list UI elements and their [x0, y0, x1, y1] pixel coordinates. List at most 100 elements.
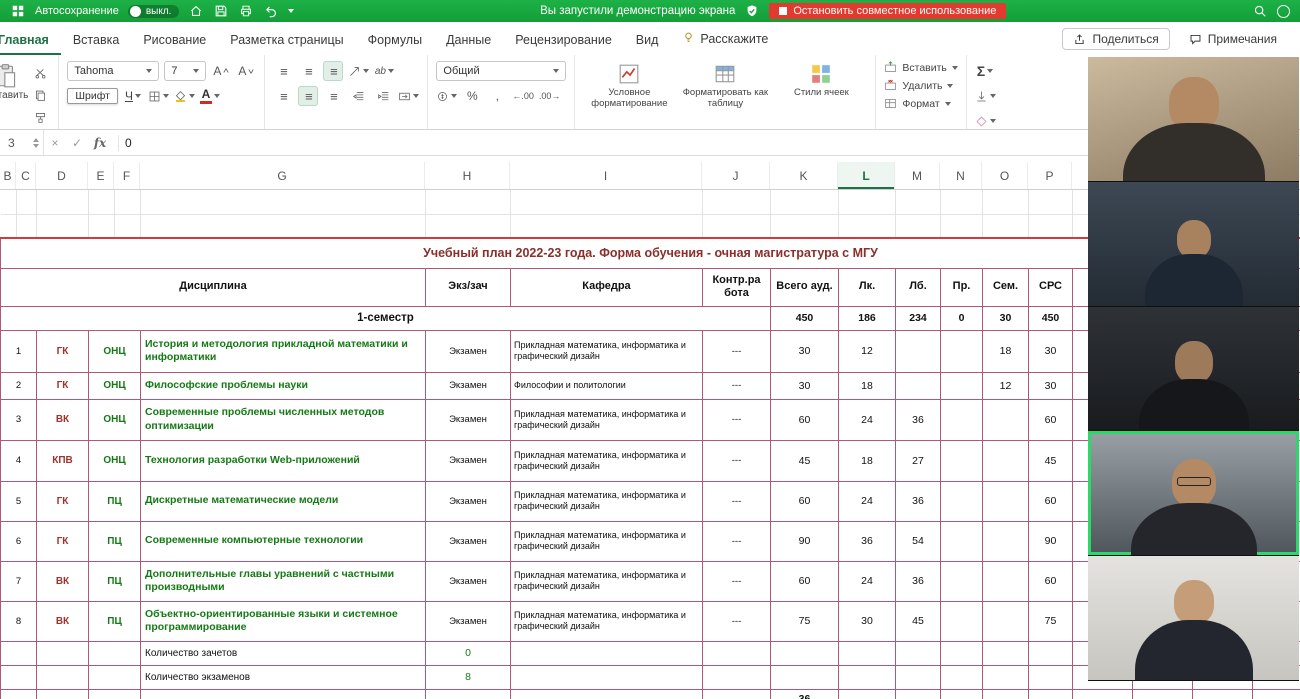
- cell-srs[interactable]: 60: [1029, 561, 1073, 601]
- video-tile-1[interactable]: [1088, 57, 1299, 182]
- cell-total[interactable]: 90: [771, 521, 839, 561]
- cell-department[interactable]: Прикладная математика, информатика и гра…: [511, 399, 703, 440]
- empty-cell[interactable]: [37, 214, 89, 238]
- cell-total[interactable]: 60: [771, 561, 839, 601]
- underline-button[interactable]: Ч: [123, 86, 143, 106]
- row-num[interactable]: 3: [1, 399, 37, 440]
- cell[interactable]: [1, 665, 37, 689]
- header-labs[interactable]: Лб.: [896, 268, 941, 306]
- cell[interactable]: [37, 641, 89, 665]
- insert-cells-button[interactable]: Вставить: [884, 61, 958, 74]
- percent-format-button[interactable]: %: [462, 86, 482, 106]
- column-header-M[interactable]: M: [895, 162, 940, 189]
- comma-format-button[interactable]: ,: [487, 86, 507, 106]
- cell-styles-button[interactable]: Стили ячеек: [775, 61, 867, 127]
- formula-input[interactable]: 0: [125, 136, 132, 150]
- cell[interactable]: [941, 641, 983, 665]
- cell-srs[interactable]: 45: [1029, 440, 1073, 481]
- search-icon[interactable]: [1252, 3, 1268, 19]
- align-bottom-button[interactable]: ≡: [323, 61, 343, 81]
- semester-value[interactable]: 0: [941, 306, 983, 330]
- cancel-icon[interactable]: ×: [44, 136, 66, 150]
- cell-practice[interactable]: [941, 561, 983, 601]
- align-right-button[interactable]: ≡: [323, 86, 343, 106]
- stop-share-button[interactable]: Остановить совместное использование: [769, 3, 1006, 19]
- cell[interactable]: [511, 641, 703, 665]
- cell-practice[interactable]: [941, 440, 983, 481]
- comments-button[interactable]: Примечания: [1178, 28, 1288, 50]
- cell[interactable]: [1, 689, 37, 699]
- cell-total[interactable]: 75: [771, 601, 839, 641]
- cell-lectures[interactable]: 18: [839, 440, 896, 481]
- row-num[interactable]: 1: [1, 330, 37, 372]
- cell-discipline[interactable]: Современные компьютерные технологии: [141, 521, 426, 561]
- name-box-spinner[interactable]: [33, 138, 39, 148]
- empty-cell[interactable]: [37, 190, 89, 214]
- empty-cell[interactable]: [771, 190, 839, 214]
- decrease-decimal-button[interactable]: .00→: [539, 86, 561, 106]
- header-exam[interactable]: Экз/зач: [426, 268, 511, 306]
- cell-srs[interactable]: 75: [1029, 601, 1073, 641]
- name-box[interactable]: 3: [0, 130, 44, 155]
- cell-labs[interactable]: [896, 372, 941, 399]
- empty-cell[interactable]: [89, 214, 115, 238]
- autosave-toggle[interactable]: выкл.: [128, 5, 180, 18]
- empty-cell[interactable]: [839, 214, 896, 238]
- paste-button[interactable]: Вставить: [0, 61, 28, 127]
- empty-cell[interactable]: [511, 214, 703, 238]
- currency-format-button[interactable]: [436, 86, 457, 106]
- column-header-E[interactable]: E: [88, 162, 114, 189]
- empty-cell[interactable]: [426, 214, 511, 238]
- cell[interactable]: [839, 689, 896, 699]
- cell[interactable]: [896, 689, 941, 699]
- share-button[interactable]: Поделиться: [1062, 28, 1169, 50]
- increase-font-button[interactable]: A: [211, 61, 231, 81]
- cell-department[interactable]: Прикладная математика, информатика и гра…: [511, 330, 703, 372]
- format-cells-button[interactable]: Формат: [884, 97, 958, 110]
- cell-department[interactable]: Прикладная математика, информатика и гра…: [511, 601, 703, 641]
- cell-code[interactable]: КПВ: [37, 440, 89, 481]
- cell-department[interactable]: Философии и политологии: [511, 372, 703, 399]
- cell-seminars[interactable]: 18: [983, 330, 1029, 372]
- cell-labs[interactable]: 54: [896, 521, 941, 561]
- cell-exam[interactable]: Экзамен: [426, 399, 511, 440]
- empty-cell[interactable]: [703, 214, 771, 238]
- cell-seminars[interactable]: [983, 521, 1029, 561]
- cell-srs[interactable]: 60: [1029, 399, 1073, 440]
- cell[interactable]: [89, 665, 141, 689]
- empty-cell[interactable]: [983, 214, 1029, 238]
- cell-lectures[interactable]: 36: [839, 521, 896, 561]
- cell-discipline[interactable]: Дискретные математические модели: [141, 481, 426, 521]
- column-header-K[interactable]: K: [770, 162, 838, 189]
- header-srs[interactable]: СРС: [1029, 268, 1073, 306]
- cell-cycle[interactable]: ОНЦ: [89, 440, 141, 481]
- row-num[interactable]: 5: [1, 481, 37, 521]
- autosum-button[interactable]: Σ: [975, 61, 995, 81]
- app-grid-icon[interactable]: [10, 3, 26, 19]
- save-icon[interactable]: [213, 3, 229, 19]
- cell[interactable]: [511, 689, 703, 699]
- format-as-table-button[interactable]: Форматировать как таблицу: [679, 61, 771, 127]
- cell-control[interactable]: ---: [703, 330, 771, 372]
- cell-discipline[interactable]: Объектно-ориентированные языки и системн…: [141, 601, 426, 641]
- increase-indent-button[interactable]: [373, 86, 393, 106]
- cell-control[interactable]: ---: [703, 372, 771, 399]
- cell-labs[interactable]: [896, 330, 941, 372]
- column-header-D[interactable]: D: [36, 162, 88, 189]
- empty-cell[interactable]: [426, 190, 511, 214]
- cell-control[interactable]: ---: [703, 601, 771, 641]
- video-tile-2[interactable]: [1088, 182, 1299, 307]
- semester-label[interactable]: 1-семестр: [1, 306, 771, 330]
- tab-vstavka[interactable]: Вставка: [61, 26, 131, 55]
- tab-razmetka-stranicy[interactable]: Разметка страницы: [218, 26, 355, 55]
- align-top-button[interactable]: ≡: [273, 61, 293, 81]
- semester-value[interactable]: 450: [1029, 306, 1073, 330]
- cell[interactable]: [426, 689, 511, 699]
- decrease-indent-button[interactable]: [348, 86, 368, 106]
- align-left-button[interactable]: ≡: [273, 86, 293, 106]
- cell-exam[interactable]: Экзамен: [426, 521, 511, 561]
- column-header-L[interactable]: L: [838, 162, 895, 189]
- empty-cell[interactable]: [1, 214, 17, 238]
- orientation-button[interactable]: [348, 61, 369, 81]
- column-header-P[interactable]: P: [1028, 162, 1072, 189]
